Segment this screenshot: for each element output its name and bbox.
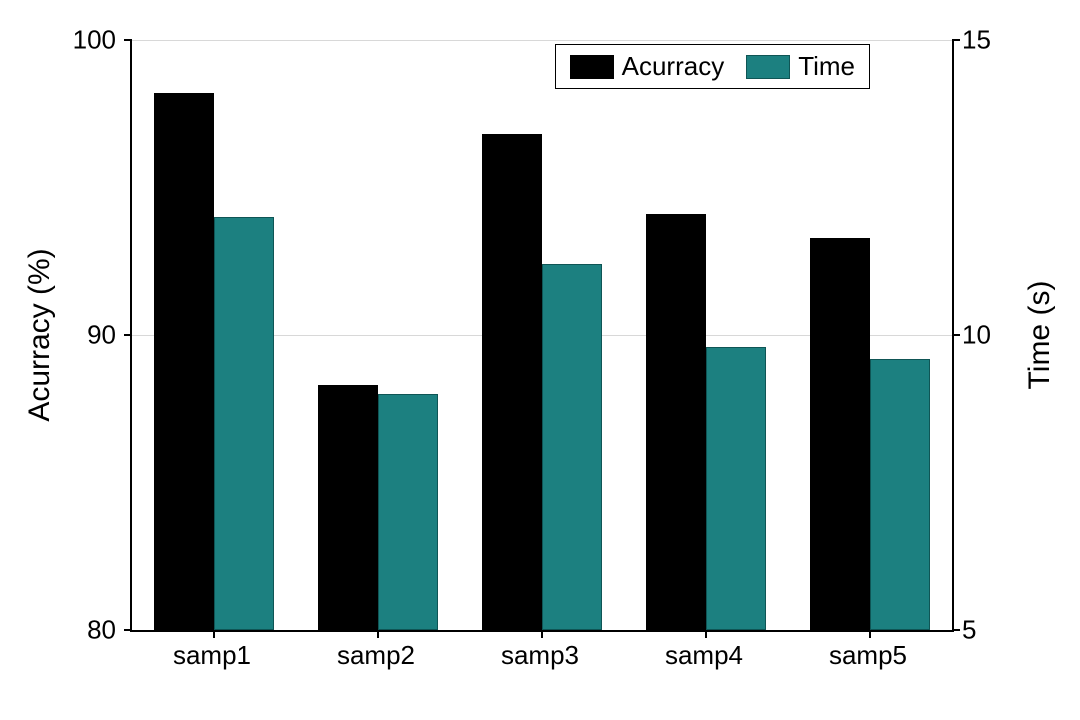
y1-tick-label: 80 [87, 615, 116, 646]
x-tick [541, 630, 543, 638]
x-tick [377, 630, 379, 638]
legend-item-accuracy: Acurracy [570, 51, 725, 82]
x-tick [869, 630, 871, 638]
bar-chart: Acurracy Time 100 90 80 15 10 5 Acurracy… [0, 0, 1080, 720]
legend: Acurracy Time [555, 44, 870, 89]
x-tick [705, 630, 707, 638]
bar-accuracy-samp3 [482, 134, 542, 630]
legend-swatch-accuracy [570, 55, 614, 79]
y1-axis-label: Acurracy (%) [23, 248, 57, 421]
bar-time-samp3 [542, 264, 602, 630]
plot-area: Acurracy Time [130, 40, 954, 632]
y1-tick-label: 100 [73, 25, 116, 56]
y1-tick [124, 629, 132, 631]
bar-time-samp2 [378, 394, 438, 630]
y2-axis-label: Time (s) [1023, 281, 1057, 390]
x-tick [213, 630, 215, 638]
y2-tick-label: 15 [962, 25, 991, 56]
gridline-top [132, 40, 952, 41]
y2-tick-label: 5 [962, 615, 976, 646]
x-tick-label: samp3 [501, 640, 579, 671]
y2-tick [952, 39, 960, 41]
legend-item-time: Time [746, 51, 855, 82]
legend-label-accuracy: Acurracy [622, 51, 725, 82]
legend-swatch-time [746, 55, 790, 79]
x-tick-label: samp5 [829, 640, 907, 671]
bar-accuracy-samp4 [646, 214, 706, 630]
y1-tick [124, 39, 132, 41]
y2-tick [952, 334, 960, 336]
bar-time-samp4 [706, 347, 766, 630]
bar-time-samp5 [870, 359, 930, 630]
x-tick-label: samp4 [665, 640, 743, 671]
bar-time-samp1 [214, 217, 274, 630]
bar-accuracy-samp5 [810, 238, 870, 630]
y1-tick [124, 334, 132, 336]
y1-tick-label: 90 [87, 320, 116, 351]
x-tick-label: samp2 [337, 640, 415, 671]
legend-label-time: Time [798, 51, 855, 82]
bar-accuracy-samp1 [154, 93, 214, 630]
y2-tick [952, 629, 960, 631]
y2-tick-label: 10 [962, 320, 991, 351]
bar-accuracy-samp2 [318, 385, 378, 630]
x-tick-label: samp1 [173, 640, 251, 671]
